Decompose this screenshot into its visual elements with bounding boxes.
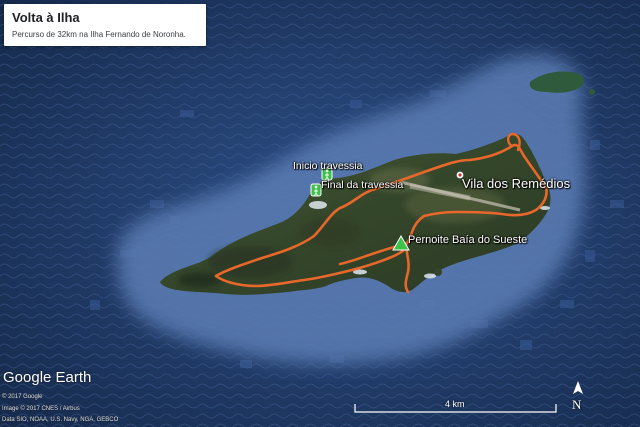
scale-label: 4 km [445, 399, 465, 409]
islet-shore [434, 268, 442, 276]
small-islet-dot [589, 89, 595, 95]
copyright-imagery: Image © 2017 CNES / Airbus [2, 406, 80, 412]
info-title: Volta à Ilha [12, 10, 80, 25]
google-earth-logo: Google Earth [3, 369, 92, 386]
place-label-vila[interactable]: Vila dos Remédios [462, 176, 570, 191]
place-label-pernoite[interactable]: Pernoite Baía do Sueste [408, 234, 527, 246]
hiker-marker-icon[interactable] [310, 183, 322, 197]
info-card[interactable]: Volta à Ilha Percurso de 32km na Ilha Fe… [4, 4, 206, 46]
place-label-final[interactable]: Final da travessia [321, 179, 403, 191]
info-subtitle: Percurso de 32km na Ilha Fernando de Nor… [12, 30, 186, 39]
data-credits: Data SIO, NOAA, U.S. Navy, NGA, GEBCO [2, 417, 119, 423]
north-letter: N [572, 397, 582, 412]
satellite-map[interactable] [0, 0, 640, 427]
copyright-google: © 2017 Google [2, 394, 43, 400]
place-label-inicio[interactable]: Inicio travessia [293, 160, 362, 172]
